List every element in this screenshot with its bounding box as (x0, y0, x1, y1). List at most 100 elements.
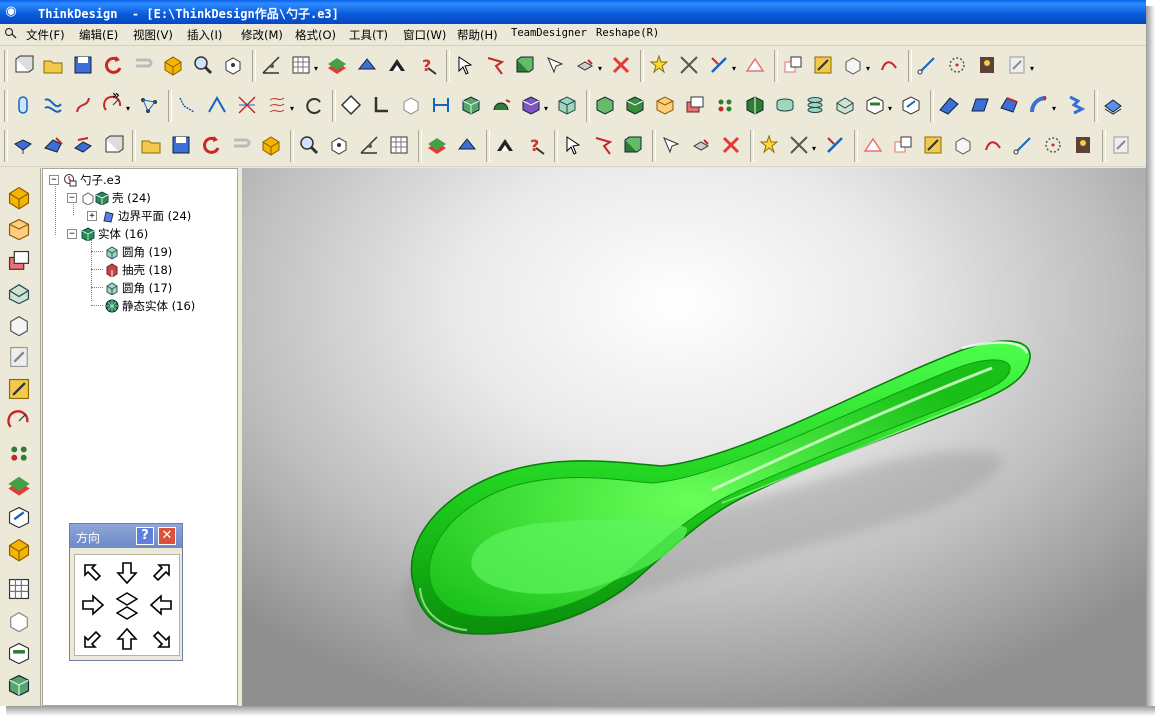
close-button[interactable]: ✕ (158, 527, 176, 545)
toolbar-tool-button[interactable] (684, 94, 706, 116)
left-toolbar-button[interactable] (6, 440, 32, 466)
toolbar-tool-button[interactable] (774, 94, 796, 116)
toolbar-tool-button[interactable] (12, 134, 34, 156)
toolbar-tool-button[interactable] (456, 134, 478, 156)
toolbar-tool-button[interactable] (892, 134, 914, 156)
toolbar-dropdown-icon[interactable]: ▾ (866, 65, 872, 73)
tree-item-shell[interactable]: − 壳 (24) (67, 190, 151, 206)
toolbar-tool-button[interactable] (1006, 54, 1028, 76)
toolbar-tool-button[interactable] (678, 54, 700, 76)
toolbar-tool-button[interactable] (520, 94, 542, 116)
view-bottom-button[interactable] (115, 603, 139, 627)
toolbar-tool-button[interactable] (952, 134, 974, 156)
toolbar-tool-button[interactable] (222, 54, 244, 76)
left-toolbar-button[interactable] (6, 344, 32, 370)
toolbar-tool-button[interactable] (788, 134, 810, 156)
toolbar-tool-button[interactable] (138, 94, 160, 116)
left-toolbar-button[interactable] (6, 672, 32, 698)
toolbar-tool-button[interactable] (574, 54, 596, 76)
toolbar-tool-button[interactable] (386, 54, 408, 76)
toolbar-tool-button[interactable] (430, 94, 452, 116)
toolbar-tool-button[interactable] (758, 134, 780, 156)
toolbar-tool-button[interactable] (400, 94, 422, 116)
toolbar-tool-button[interactable] (878, 54, 900, 76)
toolbar-tool-button[interactable] (834, 94, 856, 116)
toolbar-tool-button[interactable] (200, 134, 222, 156)
toolbar-tool-button[interactable] (290, 54, 312, 76)
left-toolbar-button[interactable] (6, 576, 32, 602)
toolbar-tool-button[interactable] (266, 94, 288, 116)
menu-modify[interactable]: 修改(M) (241, 27, 283, 43)
left-toolbar-button[interactable] (6, 608, 32, 634)
3d-viewport[interactable] (242, 168, 1146, 706)
toolbar-tool-button[interactable] (804, 94, 826, 116)
toolbar-tool-button[interactable] (782, 54, 804, 76)
menu-teamdesigner[interactable]: TeamDesigner (511, 27, 587, 39)
toolbar-tool-button[interactable] (298, 134, 320, 156)
left-toolbar-button[interactable] (6, 536, 32, 562)
toolbar-tool-button[interactable] (1102, 94, 1124, 116)
toolbar-tool-button[interactable] (562, 134, 584, 156)
toolbar-tool-button[interactable] (358, 134, 380, 156)
toolbar-dropdown-icon[interactable]: ▾ (1030, 65, 1036, 73)
collapse-toggle[interactable]: − (49, 175, 59, 185)
toolbar-tool-button[interactable] (556, 94, 578, 116)
toolbar-dropdown-icon[interactable]: ▾ (544, 105, 550, 113)
toolbar-tool-button[interactable] (302, 94, 324, 116)
left-toolbar-button[interactable] (6, 184, 32, 210)
arrow-right-button[interactable] (81, 593, 105, 617)
toolbar-tool-button[interactable] (42, 94, 64, 116)
toolbar-tool-button[interactable] (102, 134, 124, 156)
toolbar-tool-button[interactable] (624, 94, 646, 116)
toolbar-tool-button[interactable] (192, 54, 214, 76)
toolbar-tool-button[interactable] (328, 134, 350, 156)
toolbar-tool-button[interactable] (72, 94, 94, 116)
toolbar-dropdown-icon[interactable]: ▾ (888, 105, 894, 113)
tree-item-root[interactable]: − 勺子.e3 (49, 172, 121, 188)
tree-item-fillet-19[interactable]: 圆角 (19) (105, 244, 172, 260)
toolbar-tool-button[interactable] (1110, 134, 1132, 156)
arrow-up-right-button[interactable] (149, 561, 173, 585)
left-toolbar-button[interactable] (6, 280, 32, 306)
toolbar-tool-button[interactable] (206, 94, 228, 116)
toolbar-tool-button[interactable] (176, 94, 198, 116)
toolbar-tool-button[interactable] (42, 134, 64, 156)
toolbar-tool-button[interactable] (388, 134, 410, 156)
toolbar-tool-button[interactable] (236, 94, 258, 116)
toolbar-dropdown-icon[interactable]: ▾ (290, 105, 296, 113)
menu-reshape[interactable]: Reshape(R) (596, 27, 659, 39)
collapse-toggle[interactable]: − (67, 193, 77, 203)
toolbar-tool-button[interactable] (916, 54, 938, 76)
toolbar-tool-button[interactable] (654, 94, 676, 116)
left-toolbar-button[interactable] (6, 312, 32, 338)
toolbar-dropdown-icon[interactable]: ▾ (314, 65, 320, 73)
toolbar-tool-button[interactable] (842, 54, 864, 76)
toolbar-tool-button[interactable] (708, 54, 730, 76)
menu-insert[interactable]: 插入(I) (187, 27, 222, 43)
toolbar-tool-button[interactable] (744, 54, 766, 76)
toolbar-tool-button[interactable] (1072, 134, 1094, 156)
tree-item-boundary-plane[interactable]: + 边界平面 (24) (87, 208, 191, 224)
toolbar-tool-button[interactable] (340, 94, 362, 116)
toolbar-tool-button[interactable]: ? (524, 134, 546, 156)
toolbar-tool-button[interactable] (1042, 134, 1064, 156)
tree-item-static-solid[interactable]: 静态实体 (16) (105, 298, 195, 314)
toolbar-tool-button[interactable] (660, 134, 682, 156)
toolbar-tool-button[interactable] (714, 94, 736, 116)
toolbar-dropdown-icon[interactable]: ▾ (732, 65, 738, 73)
toolbar-dropdown-icon[interactable]: ▾ (812, 145, 818, 153)
menu-help[interactable]: 帮助(H) (457, 27, 498, 43)
arrow-left-button[interactable] (149, 593, 173, 617)
left-toolbar-button[interactable] (6, 376, 32, 402)
menu-edit[interactable]: 编辑(E) (79, 27, 118, 43)
toolbar-tool-button[interactable] (938, 94, 960, 116)
left-toolbar-button[interactable] (6, 472, 32, 498)
collapse-toggle[interactable]: − (67, 229, 77, 239)
tree-item-fillet-17[interactable]: 圆角 (17) (105, 280, 172, 296)
toolbar-tool-button[interactable] (622, 134, 644, 156)
toolbar-tool-button[interactable] (140, 134, 162, 156)
toolbar-tool-button[interactable] (72, 134, 94, 156)
expand-toggle[interactable]: + (87, 211, 97, 221)
tree-item-solid[interactable]: − 实体 (16) (67, 226, 148, 242)
arrow-down-left-button[interactable] (81, 627, 105, 651)
